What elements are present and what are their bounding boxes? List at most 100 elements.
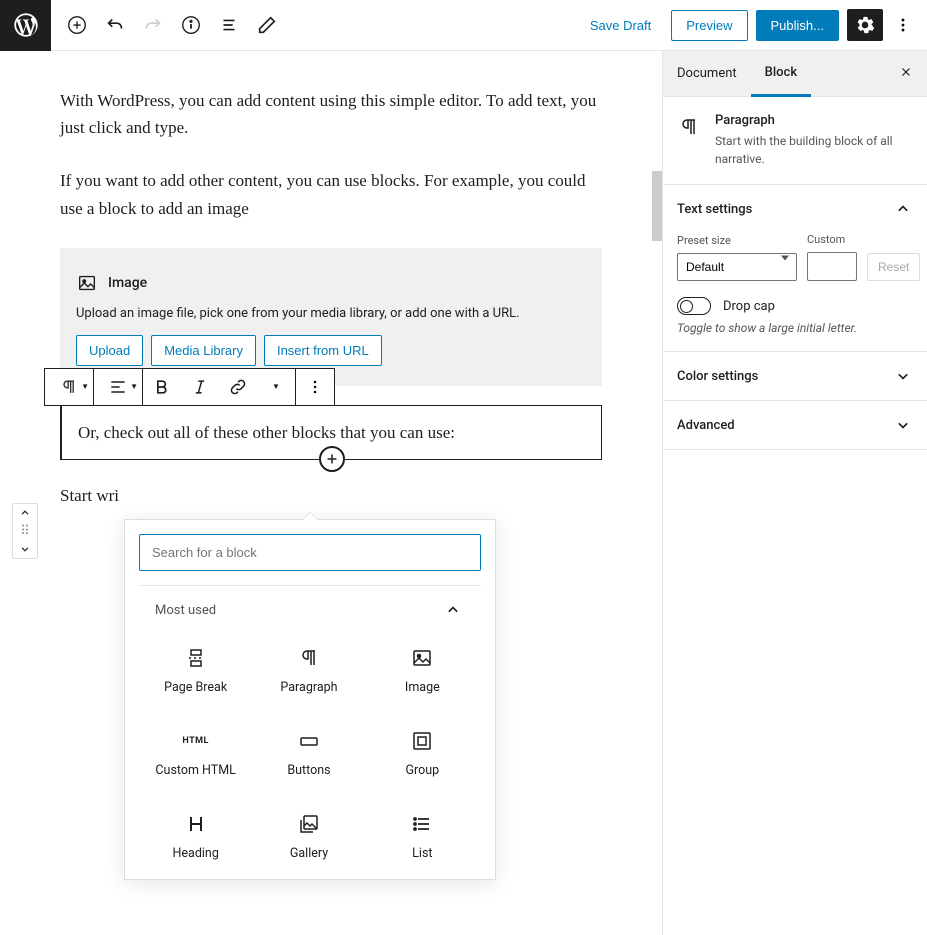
- chevron-down-icon: [18, 542, 32, 556]
- sidebar-tabs: Document Block: [663, 51, 927, 97]
- preset-size-field: Preset size Default: [677, 234, 797, 281]
- wordpress-logo[interactable]: [0, 0, 51, 51]
- drop-cap-label: Drop cap: [723, 299, 775, 314]
- block-group[interactable]: Group: [366, 713, 479, 796]
- chevron-down-icon: [893, 366, 913, 386]
- block-type-switcher[interactable]: ▼: [45, 369, 93, 405]
- paragraph-block-2[interactable]: If you want to add other content, you ca…: [60, 167, 602, 221]
- info-button[interactable]: [179, 13, 203, 37]
- paragraph-icon: [297, 646, 321, 670]
- inserter-category-toggle[interactable]: Most used: [139, 586, 479, 630]
- color-settings-label: Color settings: [677, 369, 758, 384]
- group-icon: [410, 729, 434, 753]
- bold-icon: [152, 377, 172, 397]
- image-block-title: Image: [108, 275, 147, 291]
- block-list[interactable]: List: [366, 796, 479, 879]
- more-formatting-button[interactable]: ▼: [257, 369, 295, 405]
- more-vertical-icon: [893, 15, 913, 35]
- block-mover: ⠿: [12, 503, 38, 559]
- preset-size-select[interactable]: Default: [677, 253, 797, 281]
- preview-button[interactable]: Preview: [671, 10, 747, 41]
- heading-icon: [184, 812, 208, 836]
- image-icon: [76, 272, 98, 294]
- chevron-up-icon: [18, 506, 32, 520]
- reset-size-button[interactable]: Reset: [867, 253, 920, 281]
- settings-sidebar: Document Block Paragraph Start with the …: [662, 51, 927, 935]
- next-paragraph-placeholder[interactable]: Start wri: [60, 482, 602, 509]
- align-button[interactable]: ▼: [94, 369, 142, 405]
- image-block-header: Image: [76, 272, 586, 294]
- link-icon: [228, 377, 248, 397]
- link-button[interactable]: [219, 369, 257, 405]
- image-icon: [410, 646, 434, 670]
- paragraph-block-1[interactable]: With WordPress, you can add content usin…: [60, 87, 602, 141]
- bold-button[interactable]: [143, 369, 181, 405]
- block-info-description: Start with the building block of all nar…: [715, 132, 913, 168]
- block-info-title: Paragraph: [715, 113, 913, 128]
- inserter-grid: Page Break Paragraph Image HTMLCustom HT…: [139, 630, 479, 879]
- block-custom-html[interactable]: HTMLCustom HTML: [139, 713, 252, 796]
- move-down-button[interactable]: [13, 540, 37, 558]
- plus-icon: [323, 450, 341, 468]
- redo-button[interactable]: [141, 13, 165, 37]
- selected-paragraph-block[interactable]: Or, check out all of these other blocks …: [60, 405, 602, 460]
- image-placeholder-block[interactable]: Image Upload an image file, pick one fro…: [60, 248, 602, 386]
- sidebar-close-button[interactable]: [899, 65, 913, 83]
- advanced-toggle[interactable]: Advanced: [663, 401, 927, 449]
- block-heading[interactable]: Heading: [139, 796, 252, 879]
- undo-button[interactable]: [103, 13, 127, 37]
- custom-size-input[interactable]: [807, 252, 857, 281]
- add-block-button[interactable]: [65, 13, 89, 37]
- block-info: Paragraph Start with the building block …: [663, 97, 927, 185]
- color-settings-panel: Color settings: [663, 352, 927, 401]
- image-block-buttons: Upload Media Library Insert from URL: [76, 335, 586, 366]
- block-image[interactable]: Image: [366, 630, 479, 713]
- move-up-button[interactable]: [13, 504, 37, 522]
- editor-top-bar: Save Draft Preview Publish...: [0, 0, 927, 51]
- drag-handle[interactable]: ⠿: [13, 522, 37, 540]
- text-settings-toggle[interactable]: Text settings: [663, 185, 927, 233]
- wordpress-icon: [12, 11, 40, 39]
- block-buttons[interactable]: Buttons: [252, 713, 365, 796]
- drop-cap-hint: Toggle to show a large initial letter.: [677, 321, 913, 335]
- block-paragraph[interactable]: Paragraph: [252, 630, 365, 713]
- block-search-input[interactable]: [139, 534, 481, 571]
- page-break-icon: [184, 646, 208, 670]
- chevron-up-icon: [443, 600, 463, 620]
- block-inserter-toggle[interactable]: [319, 446, 345, 472]
- italic-button[interactable]: [181, 369, 219, 405]
- tab-document[interactable]: Document: [663, 51, 751, 96]
- selected-paragraph-text[interactable]: Or, check out all of these other blocks …: [78, 419, 585, 446]
- insert-from-url-button[interactable]: Insert from URL: [264, 335, 382, 366]
- edit-mode-button[interactable]: [255, 13, 279, 37]
- block-gallery[interactable]: Gallery: [252, 796, 365, 879]
- block-page-break[interactable]: Page Break: [139, 630, 252, 713]
- paragraph-icon: [59, 377, 79, 397]
- image-block-description: Upload an image file, pick one from your…: [76, 306, 586, 321]
- settings-toggle-button[interactable]: [847, 9, 883, 41]
- tab-block[interactable]: Block: [751, 52, 811, 97]
- top-left-tools: [51, 13, 279, 37]
- block-more-options[interactable]: [296, 369, 334, 405]
- advanced-label: Advanced: [677, 418, 735, 433]
- advanced-panel: Advanced: [663, 401, 927, 450]
- inserter-category-label: Most used: [155, 603, 216, 618]
- block-inserter-popover: Most used Page Break Paragraph Image HTM…: [124, 519, 496, 880]
- gallery-icon: [297, 812, 321, 836]
- media-library-button[interactable]: Media Library: [151, 335, 256, 366]
- chevron-down-icon: [893, 415, 913, 435]
- color-settings-toggle[interactable]: Color settings: [663, 352, 927, 400]
- save-draft-button[interactable]: Save Draft: [578, 10, 663, 41]
- custom-size-label: Custom: [807, 233, 857, 246]
- align-left-icon: [108, 377, 128, 397]
- publish-button[interactable]: Publish...: [756, 10, 839, 41]
- block-toolbar: ▼ ▼ ▼: [44, 368, 335, 406]
- outline-button[interactable]: [217, 13, 241, 37]
- text-settings-panel: Text settings Preset size Default Custom…: [663, 185, 927, 352]
- preset-size-label: Preset size: [677, 234, 797, 247]
- top-right-actions: Save Draft Preview Publish...: [578, 9, 927, 41]
- more-options-button[interactable]: [891, 9, 915, 41]
- upload-button[interactable]: Upload: [76, 335, 143, 366]
- drop-cap-toggle[interactable]: [677, 297, 711, 315]
- editor-scrollbar[interactable]: [652, 51, 662, 935]
